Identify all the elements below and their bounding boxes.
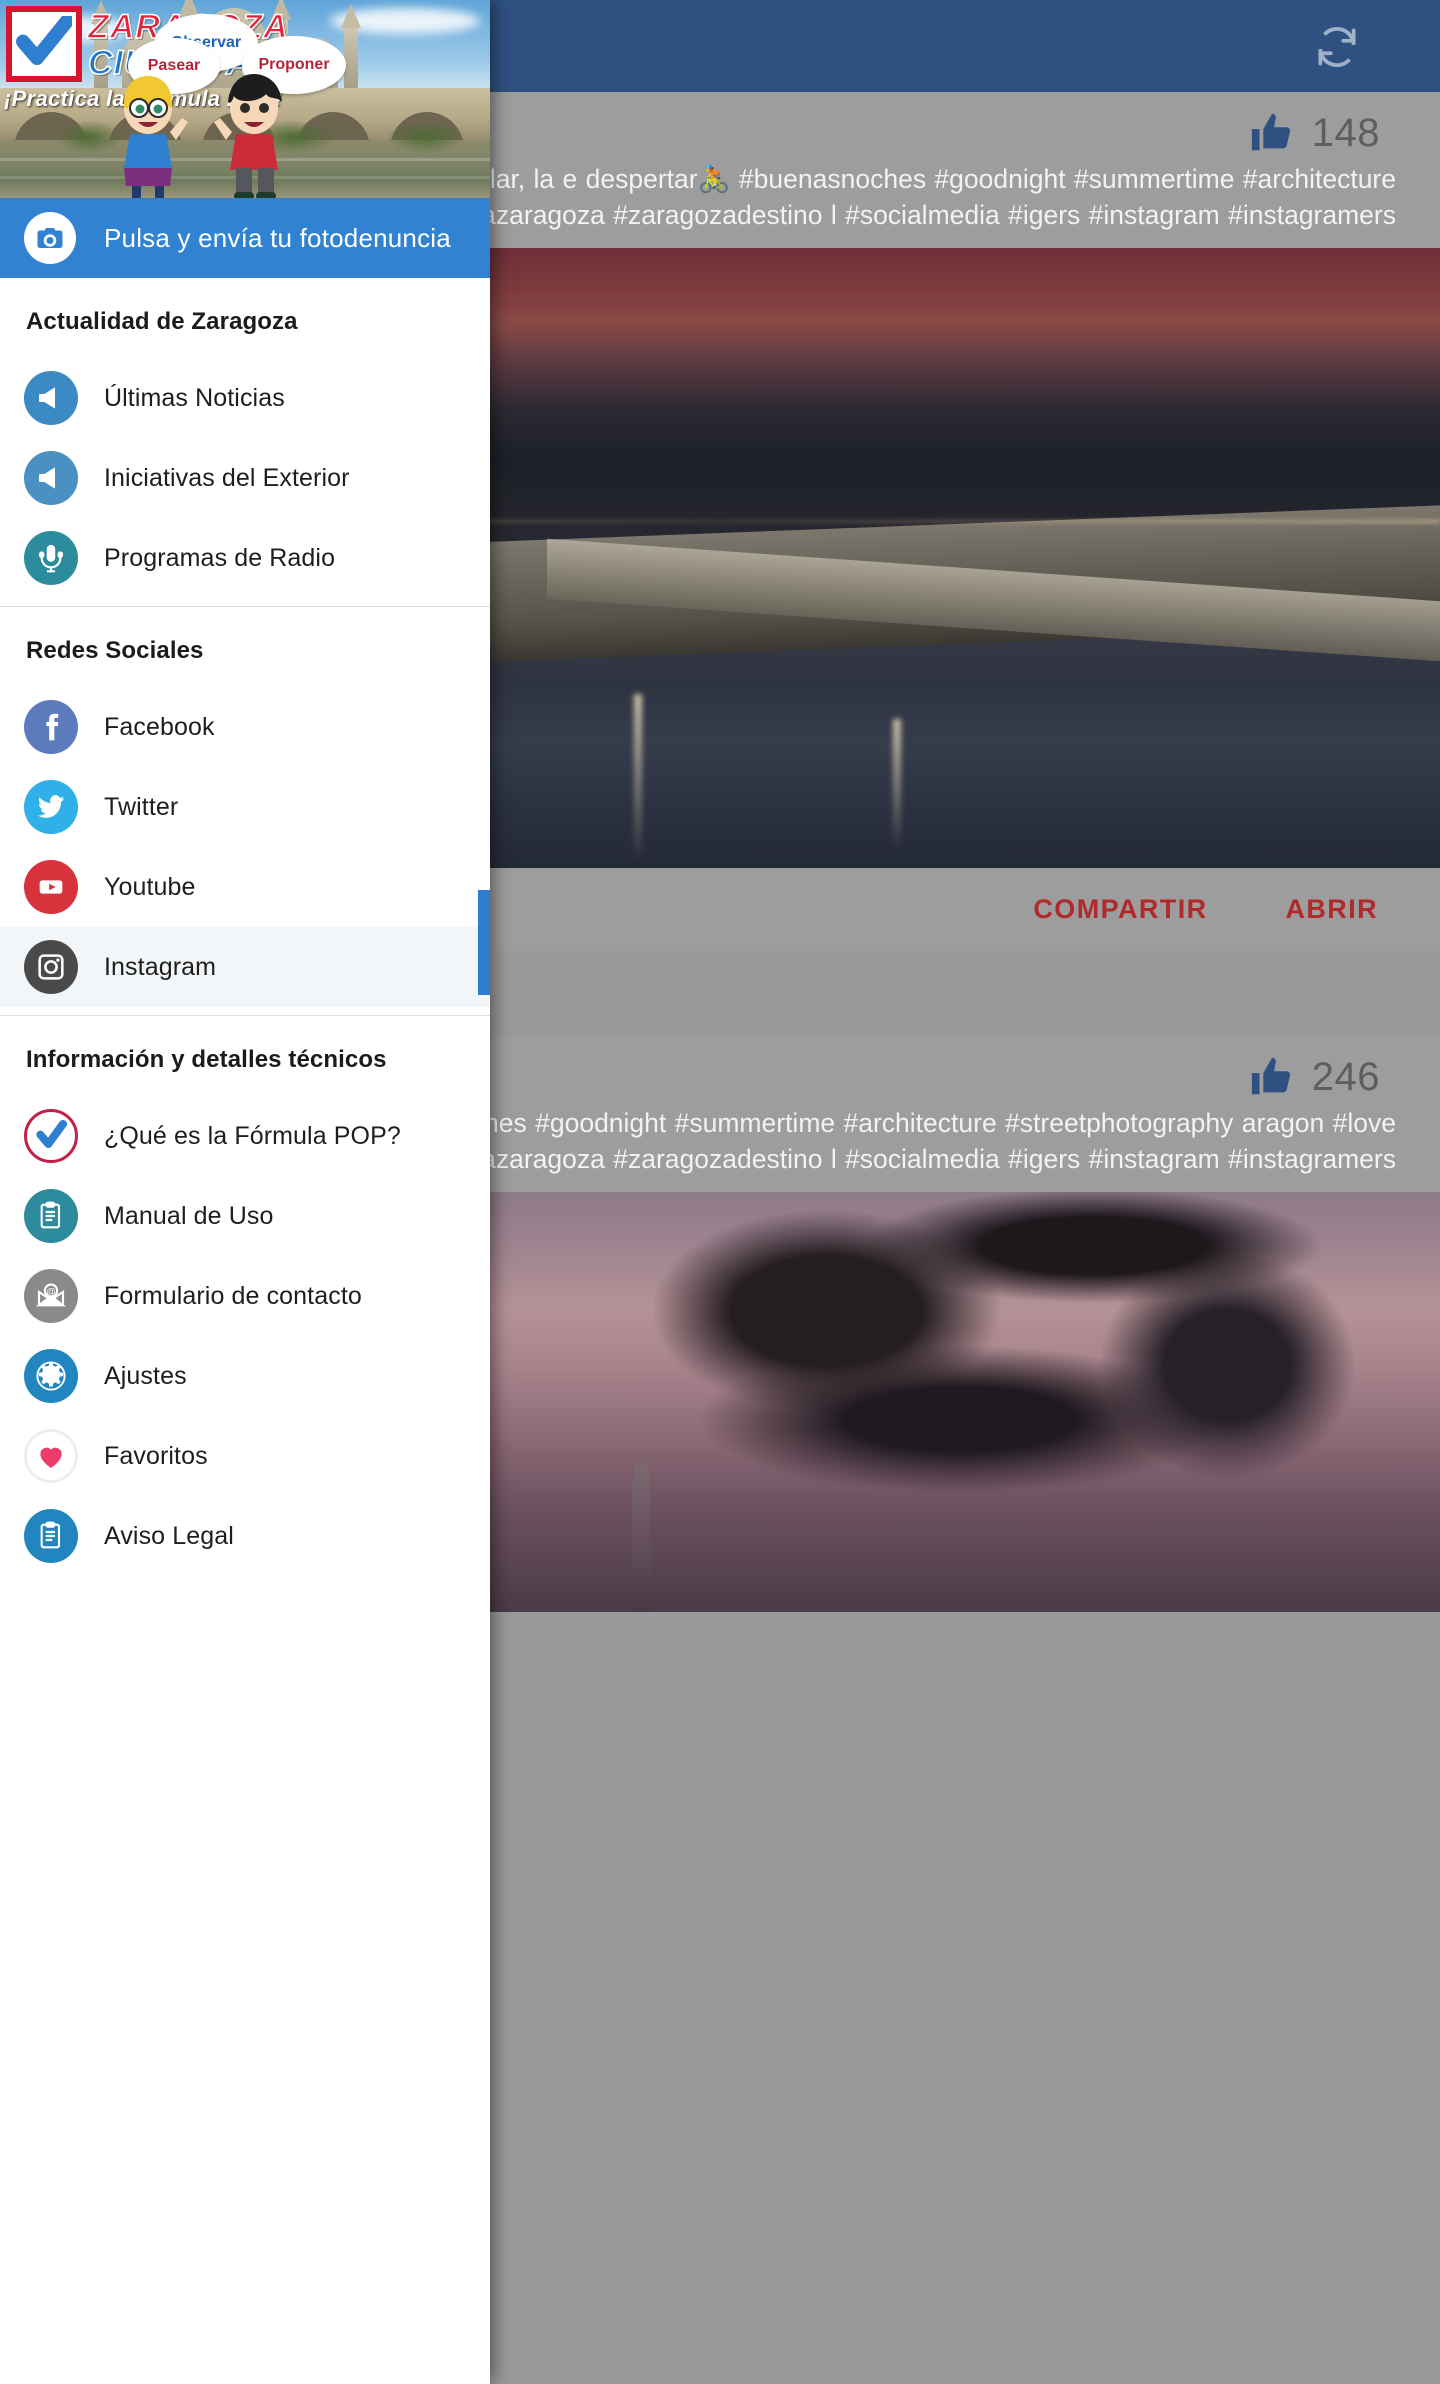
section-informacion: Información y detalles técnicos ¿Qué es …	[0, 1016, 490, 1576]
refresh-icon[interactable]	[1312, 22, 1362, 72]
photo-denuncia-label: Pulsa y envía tu fotodenuncia	[104, 222, 451, 253]
menu-item-ajustes[interactable]: Ajustes	[0, 1336, 490, 1416]
section-title: Redes Sociales	[26, 637, 204, 664]
photo-denuncia-button[interactable]: Pulsa y envía tu fotodenuncia	[0, 198, 490, 278]
menu-item-que-es-formula-pop[interactable]: ¿Qué es la Fórmula POP?	[0, 1096, 490, 1176]
menu-item-instagram[interactable]: Instagram	[0, 927, 490, 1007]
section-title: Información y detalles técnicos	[26, 1046, 387, 1073]
menu-item-label: Favoritos	[104, 1441, 208, 1470]
menu-item-aviso-legal[interactable]: Aviso Legal	[0, 1496, 490, 1576]
menu-item-iniciativas-exterior[interactable]: Iniciativas del Exterior	[0, 438, 490, 518]
youtube-icon	[24, 860, 78, 914]
like-count: 246	[1311, 1054, 1380, 1099]
section-redes-sociales: Redes Sociales Facebook Twitter Youtube …	[0, 607, 490, 1007]
heart-icon	[24, 1429, 78, 1483]
drawer-header-banner: ZARAGOZA CIUDADANA ¡Practica la Fórmula …	[0, 0, 490, 198]
microphone-headset-icon	[24, 531, 78, 585]
menu-item-label: Formulario de contacto	[104, 1281, 362, 1310]
open-button[interactable]: ABRIR	[1286, 894, 1379, 925]
twitter-icon	[24, 780, 78, 834]
section-actualidad: Actualidad de Zaragoza Últimas Noticias …	[0, 278, 490, 598]
menu-item-label: Iniciativas del Exterior	[104, 463, 350, 492]
menu-item-facebook[interactable]: Facebook	[0, 687, 490, 767]
document-icon	[24, 1509, 78, 1563]
menu-item-label: Youtube	[104, 872, 196, 901]
svg-text:@: @	[46, 1287, 55, 1297]
pop-check-icon	[24, 1109, 78, 1163]
section-title: Actualidad de Zaragoza	[26, 308, 298, 335]
navigation-drawer: ZARAGOZA CIUDADANA ¡Practica la Fórmula …	[0, 0, 490, 2384]
checkmark-icon	[16, 16, 72, 65]
menu-item-label: Ajustes	[104, 1361, 187, 1390]
menu-item-label: Programas de Radio	[104, 543, 336, 572]
like-count: 148	[1311, 110, 1380, 155]
menu-item-label: Instagram	[104, 952, 217, 981]
menu-item-label: Facebook	[104, 712, 215, 741]
menu-item-youtube[interactable]: Youtube	[0, 847, 490, 927]
menu-item-twitter[interactable]: Twitter	[0, 767, 490, 847]
menu-item-label: Twitter	[104, 792, 179, 821]
thumbs-up-icon[interactable]	[1248, 110, 1294, 156]
menu-item-manual-de-uso[interactable]: Manual de Uso	[0, 1176, 490, 1256]
girl-character-illustration	[106, 68, 190, 198]
document-icon	[24, 1189, 78, 1243]
menu-item-label: Aviso Legal	[104, 1521, 234, 1550]
app-screen: 148 ro guarda silencio, al pasar por el …	[0, 0, 1440, 2384]
menu-item-label: ¿Qué es la Fórmula POP?	[104, 1121, 401, 1150]
share-button[interactable]: COMPARTIR	[1033, 894, 1207, 925]
thumbs-up-icon[interactable]	[1248, 1054, 1294, 1100]
menu-item-formulario-contacto[interactable]: @ Formulario de contacto	[0, 1256, 490, 1336]
drawer-scroll-indicator[interactable]	[478, 890, 490, 995]
megaphone-icon	[24, 451, 78, 505]
mail-at-icon: @	[24, 1269, 78, 1323]
menu-item-programas-radio[interactable]: Programas de Radio	[0, 518, 490, 598]
menu-item-label: Manual de Uso	[104, 1201, 274, 1230]
boy-character-illustration	[212, 68, 296, 198]
menu-item-ultimas-noticias[interactable]: Últimas Noticias	[0, 358, 490, 438]
gear-icon	[24, 1349, 78, 1403]
facebook-icon	[24, 700, 78, 754]
megaphone-icon	[24, 371, 78, 425]
camera-icon	[24, 212, 76, 264]
menu-item-label: Últimas Noticias	[104, 383, 285, 412]
app-logo	[6, 6, 82, 82]
menu-item-favoritos[interactable]: Favoritos	[0, 1416, 490, 1496]
instagram-icon	[24, 940, 78, 994]
